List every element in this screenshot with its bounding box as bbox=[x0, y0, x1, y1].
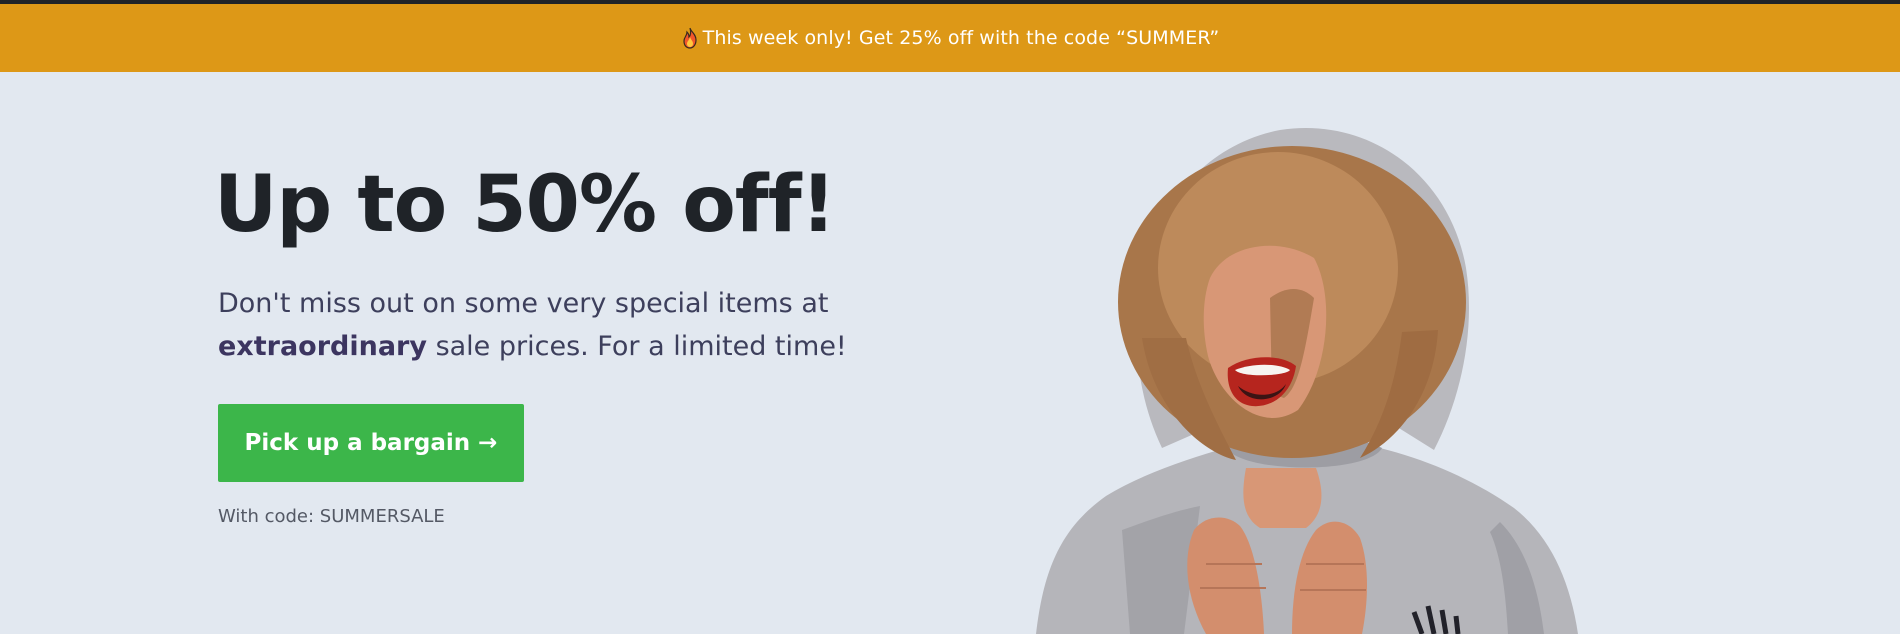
subtext-emphasis: extraordinary bbox=[218, 331, 427, 362]
hero-subtext: Don't miss out on some very special item… bbox=[218, 282, 978, 368]
announcement-text: This week only! Get 25% off with the cod… bbox=[702, 27, 1220, 49]
fire-icon bbox=[681, 27, 699, 49]
bargain-cta-button[interactable]: Pick up a bargain → bbox=[218, 404, 524, 482]
promo-code-note: With code: SUMMERSALE bbox=[218, 506, 445, 527]
hero-photo bbox=[1036, 127, 1578, 634]
hero-headline: Up to 50% off! bbox=[214, 160, 836, 250]
subtext-end: sale prices. For a limited time! bbox=[426, 331, 847, 362]
announcement-bar: This week only! Get 25% off with the cod… bbox=[0, 4, 1900, 72]
subtext-start: Don't miss out on some very special item… bbox=[218, 288, 829, 319]
hero-section: Up to 50% off! Don't miss out on some ve… bbox=[0, 72, 1900, 634]
